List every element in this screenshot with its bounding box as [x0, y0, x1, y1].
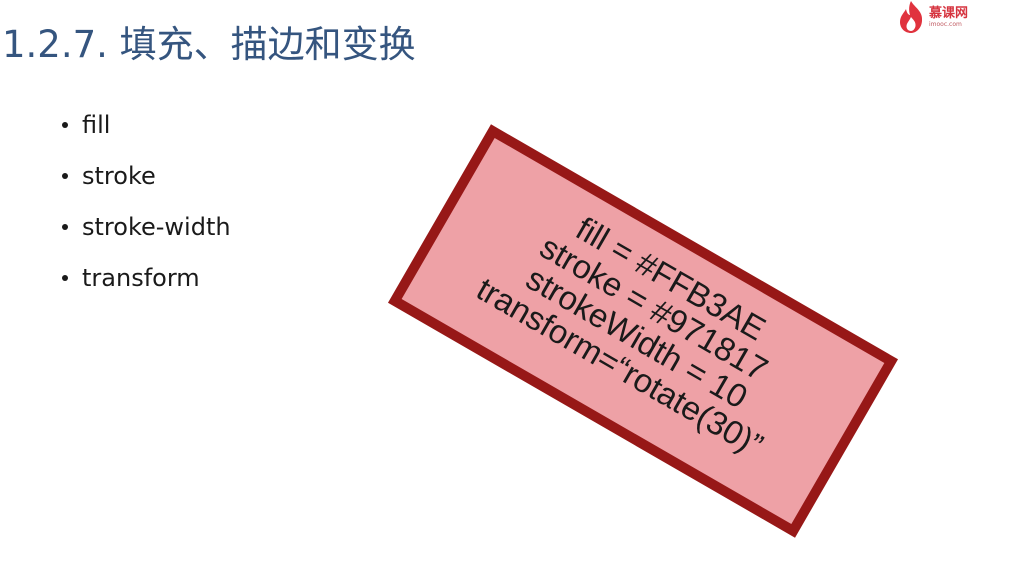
box-text-line: stroke = #971817 [534, 228, 774, 388]
bullet-dot [62, 275, 68, 281]
bullet-item: stroke-width [60, 207, 231, 258]
logo-subtext: imooc.com [929, 21, 962, 28]
bullet-label: stroke-width [82, 213, 231, 241]
bullet-item: fill [60, 105, 231, 156]
bullet-item: stroke [60, 156, 231, 207]
slide-title: 1.2.7. 填充、描边和变换 [2, 23, 416, 66]
bullet-dot [62, 173, 68, 179]
brand-logo: 慕课网 imooc.com [896, 0, 986, 34]
logo-text: 慕课网 [929, 6, 969, 21]
example-rect [387, 124, 899, 538]
box-text-line: transform=“rotate(30)” [471, 270, 770, 464]
bullet-dot [62, 224, 68, 230]
slide: 1.2.7. 填充、描边和变换 慕课网 imooc.com fill strok… [0, 0, 1030, 572]
flame-icon [900, 1, 923, 33]
bullet-list: fill stroke stroke-width transform [60, 105, 231, 309]
box-text-line: strokeWidth = 10 [520, 259, 754, 415]
bullet-item: transform [60, 258, 231, 309]
box-text-line: fill = #FFB3AE [570, 209, 772, 347]
bullet-label: transform [82, 264, 200, 292]
bullet-label: fill [82, 111, 111, 139]
bullet-dot [62, 122, 68, 128]
bullet-label: stroke [82, 162, 156, 190]
